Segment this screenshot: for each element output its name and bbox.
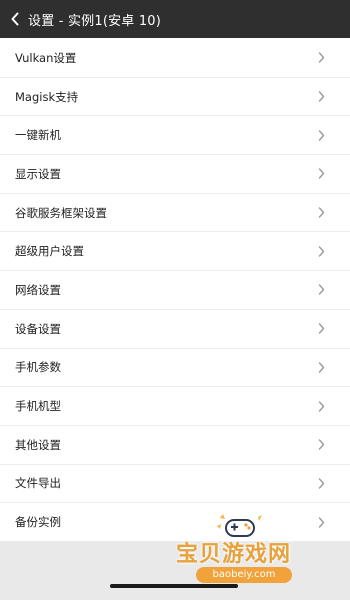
back-button[interactable] [2, 0, 28, 38]
settings-item-label: 其他设置 [15, 437, 61, 452]
settings-item-label: 设备设置 [15, 321, 61, 336]
settings-item-other[interactable]: 其他设置 [0, 425, 350, 465]
chevron-right-icon [316, 245, 326, 257]
watermark-text: 宝贝游戏网 [176, 542, 292, 567]
chevron-right-icon [316, 207, 326, 219]
settings-item-new-device[interactable]: 一键新机 [0, 116, 350, 156]
chevron-right-icon [316, 323, 326, 335]
settings-item-file-export[interactable]: 文件导出 [0, 464, 350, 504]
title-bar: 设置 - 实例1(安卓 10) [0, 0, 350, 38]
settings-item-device[interactable]: 设备设置 [0, 309, 350, 349]
settings-item-network[interactable]: 网络设置 [0, 271, 350, 310]
settings-item-phone-model[interactable]: 手机机型 [0, 387, 350, 426]
chevron-right-icon [316, 91, 326, 103]
chevron-right-icon [316, 168, 326, 180]
chevron-left-icon [11, 12, 19, 26]
chevron-right-icon [316, 361, 326, 373]
settings-item-superuser[interactable]: 超级用户设置 [0, 232, 350, 272]
page-title: 设置 - 实例1(安卓 10) [28, 13, 162, 29]
settings-item-display[interactable]: 显示设置 [0, 155, 350, 194]
settings-item-label: 谷歌服务框架设置 [15, 205, 107, 220]
settings-item-phone-params[interactable]: 手机参数 [0, 348, 350, 388]
chevron-right-icon [316, 400, 326, 412]
chevron-right-icon [316, 52, 326, 64]
watermark-url: baobeiy.com [196, 567, 292, 583]
settings-item-label: 手机机型 [15, 399, 61, 414]
settings-item-label: 显示设置 [15, 166, 61, 181]
settings-item-label: 文件导出 [15, 476, 61, 491]
settings-item-label: 超级用户设置 [15, 244, 84, 259]
settings-item-label: Vulkan设置 [15, 50, 77, 65]
chevron-right-icon [316, 129, 326, 141]
settings-item-label: 手机参数 [15, 360, 61, 375]
chevron-right-icon [316, 477, 326, 489]
chevron-right-icon [316, 284, 326, 296]
settings-item-magisk[interactable]: Magisk支持 [0, 77, 350, 117]
home-indicator[interactable] [110, 584, 238, 588]
settings-item-vulkan[interactable]: Vulkan设置 [0, 39, 350, 78]
chevron-right-icon [316, 439, 326, 451]
settings-item-label: 网络设置 [15, 282, 61, 297]
settings-item-label: 一键新机 [15, 128, 61, 143]
settings-item-label: Magisk支持 [15, 89, 79, 104]
settings-item-label: 备份实例 [15, 515, 61, 530]
settings-list: Vulkan设置 Magisk支持 一键新机 显示设置 谷歌服务框架设置 超级用… [0, 39, 350, 542]
watermark: 宝贝游戏网 baobeiy.com [176, 512, 326, 583]
settings-item-google-services[interactable]: 谷歌服务框架设置 [0, 193, 350, 233]
